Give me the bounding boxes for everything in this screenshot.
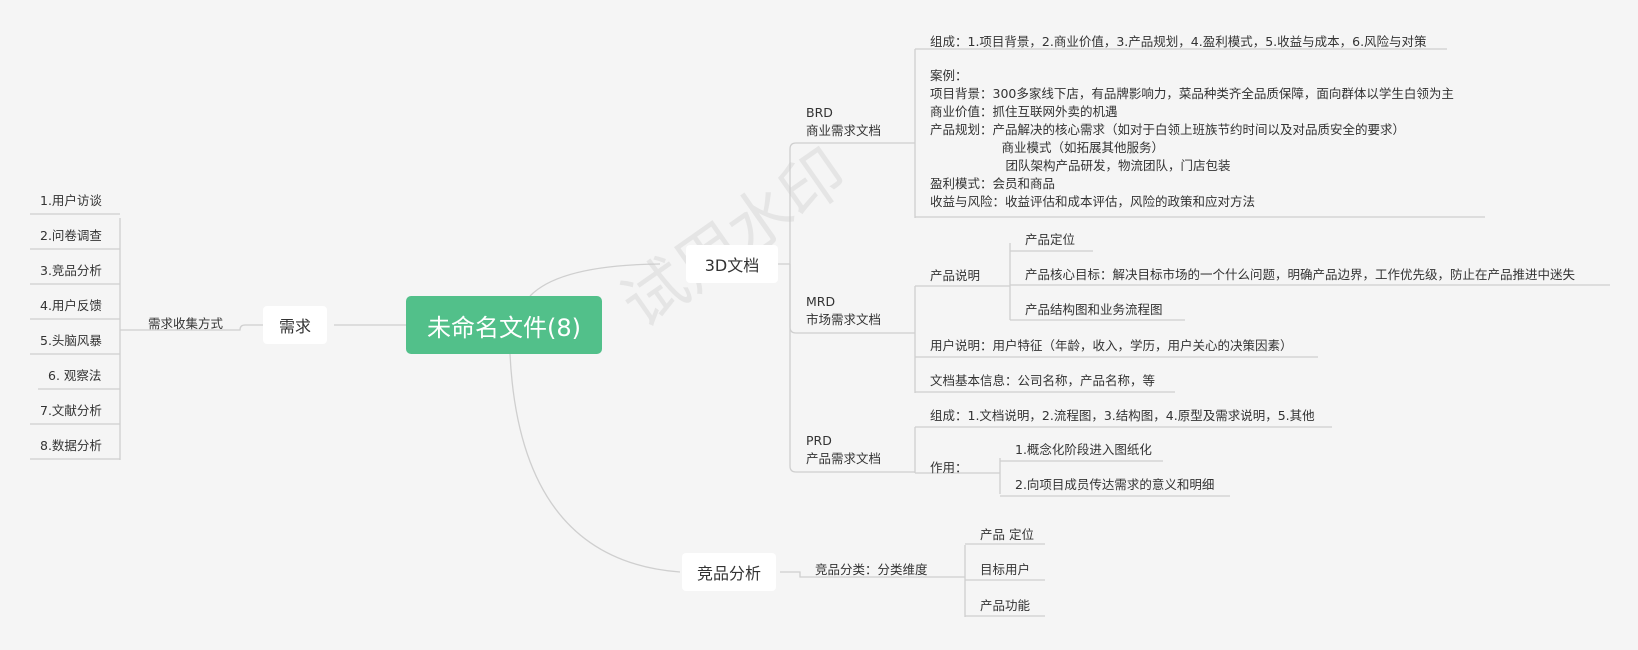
topic-xuqiu[interactable]: 需求 <box>263 306 327 344</box>
mrd-product-item-2[interactable]: 产品核心目标：解决目标市场的一个什么问题，明确产品边界，工作优先级，防止在产品推… <box>1025 266 1575 284</box>
prd-role-item-1[interactable]: 1.概念化阶段进入图纸化 <box>1015 441 1152 459</box>
mrd-product-item-3[interactable]: 产品结构图和业务流程图 <box>1025 301 1163 319</box>
mrd-title[interactable]: MRD <box>806 293 835 311</box>
connector-root-competitor <box>509 353 681 573</box>
brd-composition[interactable]: 组成：1.项目背景，2.商业价值，3.产品规划，4.盈利模式，5.收益与成本，6… <box>930 33 1427 51</box>
mrd-doc-info[interactable]: 文档基本信息：公司名称，产品名称，等 <box>930 372 1155 390</box>
brd-case-block[interactable]: 案例： 项目背景：300多家线下店，有品牌影响力，菜品种类齐全品质保障，面向群体… <box>930 67 1454 211</box>
connector-mrd-product-spine <box>1000 243 1011 320</box>
connector-root-3d <box>529 263 661 297</box>
topic-competitor[interactable]: 竞品分析 <box>682 553 776 591</box>
competitor-item-2[interactable]: 目标用户 <box>980 561 1030 579</box>
competitor-item-3[interactable]: 产品功能 <box>980 597 1030 615</box>
topic-xuqiu-method[interactable]: 需求收集方式 <box>148 315 223 333</box>
brd-case-line: 商业模式（如拓展其他服务） <box>930 140 1165 155</box>
connector-3d-brd <box>789 142 915 264</box>
brd-title[interactable]: BRD <box>806 104 833 122</box>
xuqiu-item-3[interactable]: 3.竞品分析 <box>40 262 102 280</box>
xuqiu-item-5[interactable]: 5.头脑风暴 <box>40 332 102 350</box>
xuqiu-item-8[interactable]: 8.数据分析 <box>40 437 102 455</box>
mrd-subtitle[interactable]: 市场需求文档 <box>806 311 881 329</box>
connector-prd-role-spine <box>990 458 1001 494</box>
xuqiu-item-7[interactable]: 7.文献分析 <box>40 402 102 420</box>
xuqiu-item-2[interactable]: 2.问卷调查 <box>40 227 102 245</box>
brd-case-line: 盈利模式：会员和商品 <box>930 176 1056 191</box>
root-topic[interactable]: 未命名文件(8) <box>406 296 602 354</box>
competitor-category[interactable]: 竞品分类：分类维度 <box>815 561 928 579</box>
brd-case-line: 收益与风险：收益评估和成本评估，风险的政策和应对方法 <box>930 194 1256 209</box>
prd-title[interactable]: PRD <box>806 432 832 450</box>
xuqiu-item-1[interactable]: 1.用户访谈 <box>40 192 102 210</box>
brd-subtitle[interactable]: 商业需求文档 <box>806 122 881 140</box>
xuqiu-item-6[interactable]: 6. 观察法 <box>48 367 101 385</box>
prd-composition[interactable]: 组成：1.文档说明，2.流程图，3.结构图，4.原型及需求说明，5.其他 <box>930 407 1315 425</box>
prd-subtitle[interactable]: 产品需求文档 <box>806 450 881 468</box>
mrd-product-desc[interactable]: 产品说明 <box>930 267 980 285</box>
mrd-user-desc[interactable]: 用户说明：用户特征（年龄，收入，学历，用户关心的决策因素） <box>930 337 1293 355</box>
mrd-product-item-1[interactable]: 产品定位 <box>1025 231 1075 249</box>
brd-case-line: 案例： <box>930 68 968 83</box>
xuqiu-item-4[interactable]: 4.用户反馈 <box>40 297 102 315</box>
brd-case-line: 商业价值：抓住互联网外卖的机遇 <box>930 104 1118 119</box>
brd-case-line: 产品规划：产品解决的核心需求（如对于白领上班族节约时间以及对品质安全的要求） <box>930 122 1406 137</box>
prd-role-item-2[interactable]: 2.向项目成员传达需求的意义和明细 <box>1015 476 1214 494</box>
brd-case-line: 项目背景：300多家线下店，有品牌影响力，菜品种类齐全品质保障，面向群体以学生白… <box>930 86 1454 101</box>
competitor-item-1[interactable]: 产品 定位 <box>980 526 1034 544</box>
brd-case-line: 团队架构产品研发，物流团队，门店包装 <box>930 158 1231 173</box>
topic-3d-docs[interactable]: 3D文档 <box>686 245 778 283</box>
prd-role-label[interactable]: 作用： <box>930 459 968 477</box>
